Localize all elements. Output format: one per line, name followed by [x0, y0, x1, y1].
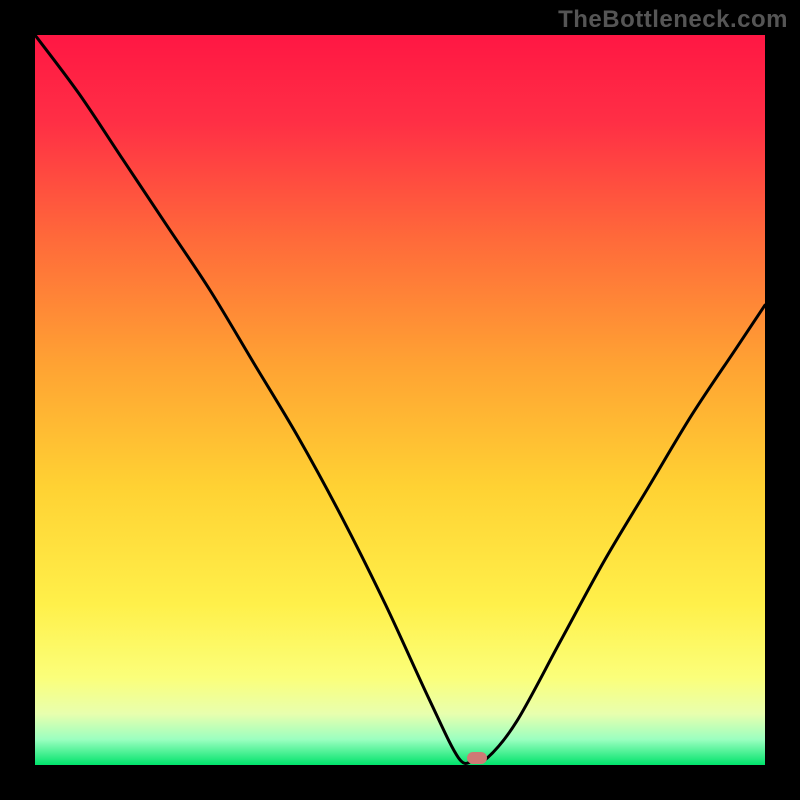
- watermark-text: TheBottleneck.com: [558, 6, 788, 34]
- chart-stage: TheBottleneck.com: [0, 0, 800, 800]
- curve-layer: [35, 35, 765, 765]
- optimum-marker: [467, 752, 487, 764]
- bottleneck-curve: [35, 35, 765, 763]
- plot-area: [35, 35, 765, 765]
